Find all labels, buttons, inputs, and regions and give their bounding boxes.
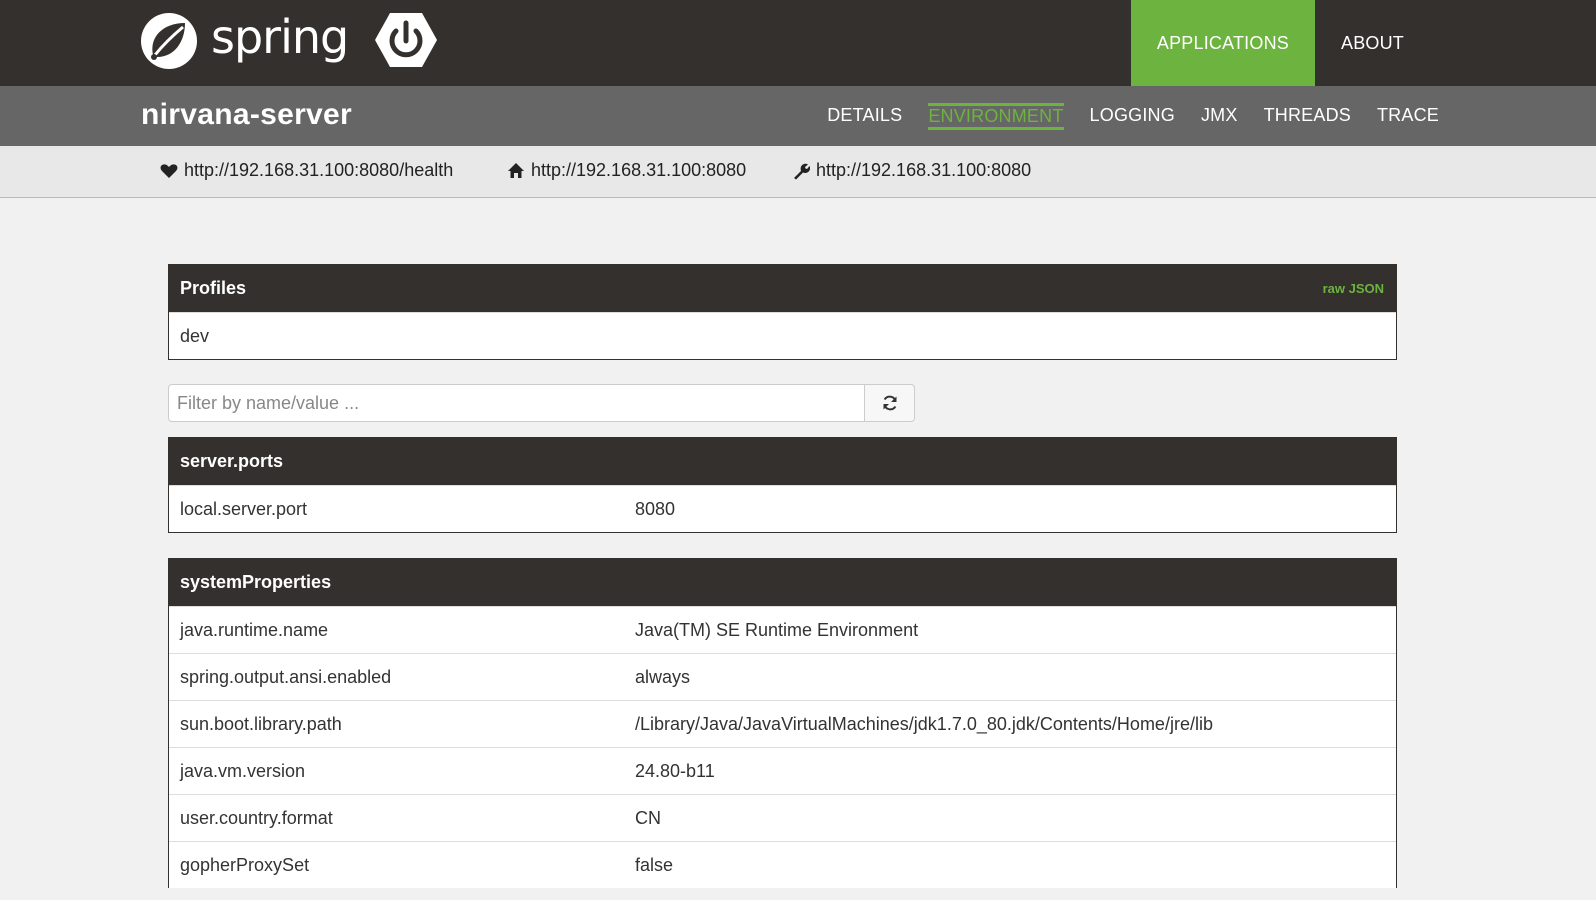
property-value: false	[635, 854, 674, 875]
application-name: nirvana-server	[141, 98, 352, 131]
health-url-link[interactable]: http://192.168.31.100:8080/health	[160, 160, 453, 181]
property-value: 24.80-b11	[635, 760, 715, 781]
management-url-link[interactable]: http://192.168.31.100:8080	[792, 160, 1031, 181]
filter-bar	[168, 384, 915, 422]
power-icon	[375, 13, 437, 67]
nav-applications[interactable]: APPLICATIONS	[1130, 0, 1315, 86]
profiles-title: Profiles	[180, 278, 247, 298]
property-value: Java(TM) SE Runtime Environment	[635, 619, 919, 640]
spring-logo[interactable]: spring	[139, 10, 349, 72]
property-value: always	[635, 666, 691, 687]
raw-json-link[interactable]: raw JSON	[1323, 281, 1384, 296]
table-row: local.server.port 8080	[169, 485, 1396, 532]
property-key: gopherProxySet	[180, 854, 310, 875]
profile-value: dev	[180, 325, 210, 346]
spring-wordmark: spring	[211, 10, 349, 64]
table-row: spring.output.ansi.enabled always	[169, 653, 1396, 700]
application-tabs: DETAILS ENVIRONMENT LOGGING JMX THREADS …	[801, 86, 1439, 146]
refresh-button[interactable]	[865, 384, 915, 422]
top-nav: APPLICATIONS ABOUT	[1130, 0, 1430, 86]
nav-about[interactable]: ABOUT	[1315, 0, 1430, 86]
property-key: local.server.port	[180, 498, 308, 519]
home-url: http://192.168.31.100:8080	[531, 160, 747, 180]
profile-row: dev	[169, 312, 1396, 359]
application-header: nirvana-server DETAILS ENVIRONMENT LOGGI…	[0, 86, 1596, 146]
management-url: http://192.168.31.100:8080	[816, 160, 1032, 180]
server-ports-header: server.ports	[169, 438, 1396, 485]
profiles-panel: Profiles raw JSON dev	[168, 264, 1397, 360]
home-url-link[interactable]: http://192.168.31.100:8080	[507, 160, 746, 181]
health-url: http://192.168.31.100:8080/health	[184, 160, 454, 180]
system-properties-header: systemProperties	[169, 559, 1396, 606]
tab-threads[interactable]: THREADS	[1264, 103, 1351, 129]
tab-environment[interactable]: ENVIRONMENT	[928, 102, 1064, 130]
table-row: java.vm.version 24.80-b11	[169, 747, 1396, 794]
system-properties-title: systemProperties	[180, 572, 332, 592]
table-row: user.country.format CN	[169, 794, 1396, 841]
spring-leaf-icon	[141, 13, 197, 69]
server-ports-title: server.ports	[180, 451, 284, 471]
server-ports-panel: server.ports local.server.port 8080	[168, 437, 1397, 533]
wrench-icon	[794, 163, 810, 179]
property-key: java.runtime.name	[180, 619, 329, 640]
table-row: gopherProxySet false	[169, 841, 1396, 888]
table-row: java.runtime.name Java(TM) SE Runtime En…	[169, 606, 1396, 653]
tab-jmx[interactable]: JMX	[1201, 103, 1238, 129]
top-navbar: spring APPLICATIONS ABOUT	[0, 0, 1596, 86]
tab-logging[interactable]: LOGGING	[1090, 103, 1175, 129]
refresh-icon	[883, 395, 896, 411]
table-row: sun.boot.library.path /Library/Java/Java…	[169, 700, 1396, 747]
heart-icon	[160, 163, 178, 178]
system-properties-panel: systemProperties java.runtime.name Java(…	[168, 558, 1397, 888]
property-key: user.country.format	[180, 807, 333, 828]
property-value: 8080	[635, 498, 676, 519]
filter-input[interactable]	[168, 384, 865, 422]
property-key: spring.output.ansi.enabled	[180, 666, 392, 687]
property-value: CN	[635, 807, 661, 828]
tab-trace[interactable]: TRACE	[1377, 103, 1439, 129]
property-value: /Library/Java/JavaVirtualMachines/jdk1.7…	[635, 713, 1213, 734]
tab-details[interactable]: DETAILS	[827, 103, 902, 129]
property-key: sun.boot.library.path	[180, 713, 342, 734]
property-key: java.vm.version	[180, 760, 306, 781]
application-urls: http://192.168.31.100:8080/health http:/…	[0, 146, 1596, 198]
home-icon	[508, 162, 524, 178]
profiles-header: Profiles raw JSON	[169, 265, 1396, 312]
